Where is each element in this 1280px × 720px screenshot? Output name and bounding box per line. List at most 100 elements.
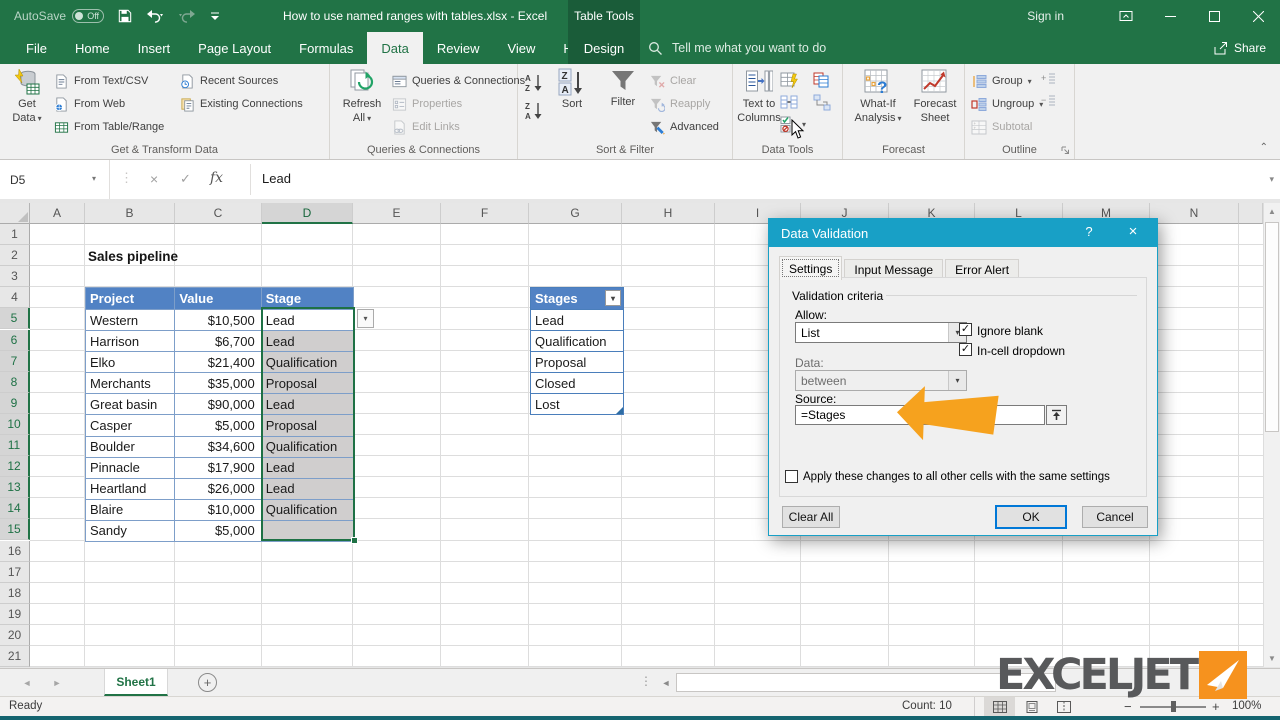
allow-combobox[interactable]: List▾ [795, 322, 967, 343]
zoom-out-button[interactable]: − [1124, 699, 1132, 714]
column-header-C[interactable]: C [175, 203, 262, 224]
pipeline-cell[interactable]: $10,000 [175, 500, 261, 520]
selection-fill-handle[interactable] [351, 537, 358, 544]
pipeline-cell[interactable]: Sandy [86, 521, 175, 541]
pipeline-cell[interactable]: Lead [262, 458, 353, 478]
pipeline-cell[interactable]: Great basin [86, 394, 175, 414]
row-header-7[interactable]: 7 [0, 351, 30, 372]
hide-detail-button[interactable]: − [1041, 94, 1057, 108]
row-header-19[interactable]: 19 [0, 604, 30, 625]
flash-fill-button[interactable] [780, 72, 799, 89]
dialog-tab-settings[interactable]: Settings [779, 256, 842, 280]
scroll-down-arrow[interactable]: ▼ [1264, 650, 1280, 667]
sort-button[interactable]: ZA Sort [550, 68, 594, 112]
column-header-N[interactable]: N [1150, 203, 1239, 224]
pipeline-cell[interactable]: Lead [262, 479, 353, 499]
undo-button[interactable] [146, 0, 164, 32]
recent-sources-button[interactable]: Recent Sources [180, 71, 278, 91]
pipeline-cell[interactable]: $17,900 [175, 458, 261, 478]
row-header-8[interactable]: 8 [0, 372, 30, 393]
text-to-columns-button[interactable]: Text to Columns [735, 68, 783, 126]
remove-duplicates-button[interactable] [813, 72, 831, 89]
row-header-14[interactable]: 14 [0, 498, 30, 519]
refresh-all-button[interactable]: Refresh All▾ [338, 68, 386, 126]
pipeline-cell[interactable]: Qualification [262, 437, 353, 457]
expand-formula-bar-button[interactable]: ▾ [1269, 174, 1274, 185]
clear-filter-button[interactable]: Clear [650, 71, 696, 91]
column-header-B[interactable]: B [85, 203, 175, 224]
zoom-level[interactable]: 100% [1232, 700, 1261, 712]
pipeline-cell[interactable]: Boulder [86, 437, 175, 457]
autosave-toggle[interactable]: AutoSave Off [14, 9, 104, 23]
show-detail-button[interactable]: + [1041, 72, 1057, 86]
from-text-csv-button[interactable]: From Text/CSV [54, 71, 148, 91]
row-header-3[interactable]: 3 [0, 266, 30, 287]
sign-in-button[interactable]: Sign in [1027, 9, 1064, 23]
row-header-16[interactable]: 16 [0, 541, 30, 562]
pipeline-cell[interactable]: Elko [86, 352, 175, 372]
tab-formulas[interactable]: Formulas [285, 32, 367, 64]
tab-view[interactable]: View [493, 32, 549, 64]
maximize-button[interactable] [1192, 0, 1236, 32]
pipeline-cell[interactable]: $35,000 [175, 373, 261, 393]
reapply-filter-button[interactable]: Reapply [650, 94, 710, 114]
cancel-button[interactable]: Cancel [1082, 506, 1148, 528]
ok-button[interactable]: OK [995, 505, 1067, 529]
ungroup-button[interactable]: Ungroup▾ [971, 94, 1043, 114]
scroll-up-arrow[interactable]: ▲ [1264, 203, 1280, 220]
pipeline-cell[interactable]: Western [86, 310, 175, 330]
pipeline-cell[interactable]: Proposal [262, 373, 353, 393]
tab-file[interactable]: File [12, 32, 61, 64]
zoom-in-button[interactable]: + [1212, 699, 1220, 714]
advanced-filter-button[interactable]: Advanced [650, 117, 719, 137]
pipeline-cell[interactable]: Pinnacle [86, 458, 175, 478]
zoom-slider-thumb[interactable] [1171, 701, 1176, 712]
pipeline-cell[interactable]: $5,000 [175, 415, 261, 435]
clear-all-button[interactable]: Clear All [782, 506, 840, 528]
cancel-entry-button[interactable]: × [150, 171, 158, 187]
pipeline-header-stage[interactable]: Stage [262, 288, 353, 309]
customize-qat-button[interactable] [210, 0, 220, 32]
row-header-18[interactable]: 18 [0, 583, 30, 604]
vertical-scrollbar-thumb[interactable] [1265, 222, 1279, 432]
row-header-2[interactable]: 2 [0, 245, 30, 266]
stages-cell[interactable]: Proposal [531, 351, 623, 372]
close-button[interactable] [1236, 0, 1280, 32]
pipeline-cell[interactable]: Blaire [86, 500, 175, 520]
row-header-12[interactable]: 12 [0, 456, 30, 477]
stages-filter-button[interactable]: ▾ [605, 290, 621, 306]
collapse-ribbon-button[interactable]: ⌃ [1260, 142, 1268, 153]
row-header-5[interactable]: 5 [0, 308, 30, 329]
row-header-17[interactable]: 17 [0, 562, 30, 583]
tab-design[interactable]: Design [568, 32, 640, 64]
row-header-10[interactable]: 10 [0, 414, 30, 435]
share-button[interactable]: Share [1213, 32, 1266, 64]
row-header-21[interactable]: 21 [0, 646, 30, 667]
row-header-9[interactable]: 9 [0, 393, 30, 414]
collapse-dialog-button[interactable] [1046, 405, 1067, 425]
from-web-button[interactable]: From Web [54, 94, 125, 114]
tell-me-search[interactable]: Tell me what you want to do [648, 32, 826, 64]
queries-connections-button[interactable]: Queries & Connections [392, 71, 525, 91]
name-box-dropdown-arrow[interactable]: ▾ [92, 174, 96, 183]
pipeline-cell[interactable]: Proposal [262, 415, 353, 435]
minimize-button[interactable] [1148, 0, 1192, 32]
new-sheet-button[interactable]: + [198, 673, 217, 692]
edit-links-button[interactable]: Edit Links [392, 117, 460, 137]
in-cell-dropdown-button[interactable]: ▾ [357, 309, 374, 328]
stages-cell[interactable]: Closed [531, 372, 623, 393]
dialog-close-button[interactable]: × [1123, 223, 1143, 240]
relationships-button[interactable] [813, 94, 831, 111]
pipeline-cell[interactable]: Lead [262, 394, 353, 414]
row-header-6[interactable]: 6 [0, 330, 30, 351]
formula-input[interactable]: Lead [262, 171, 291, 186]
tab-page-layout[interactable]: Page Layout [184, 32, 285, 64]
column-header-E[interactable]: E [353, 203, 441, 224]
get-data-button[interactable]: Get Data▾ [5, 68, 49, 126]
pipeline-cell[interactable]: $6,700 [175, 331, 261, 351]
pipeline-cell[interactable]: $26,000 [175, 479, 261, 499]
pipeline-cell[interactable]: Qualification [262, 352, 353, 372]
pipeline-cell[interactable]: $10,500 [175, 310, 261, 330]
select-all-corner[interactable] [0, 203, 30, 224]
sheet-title-cell[interactable]: Sales pipeline [88, 249, 178, 264]
